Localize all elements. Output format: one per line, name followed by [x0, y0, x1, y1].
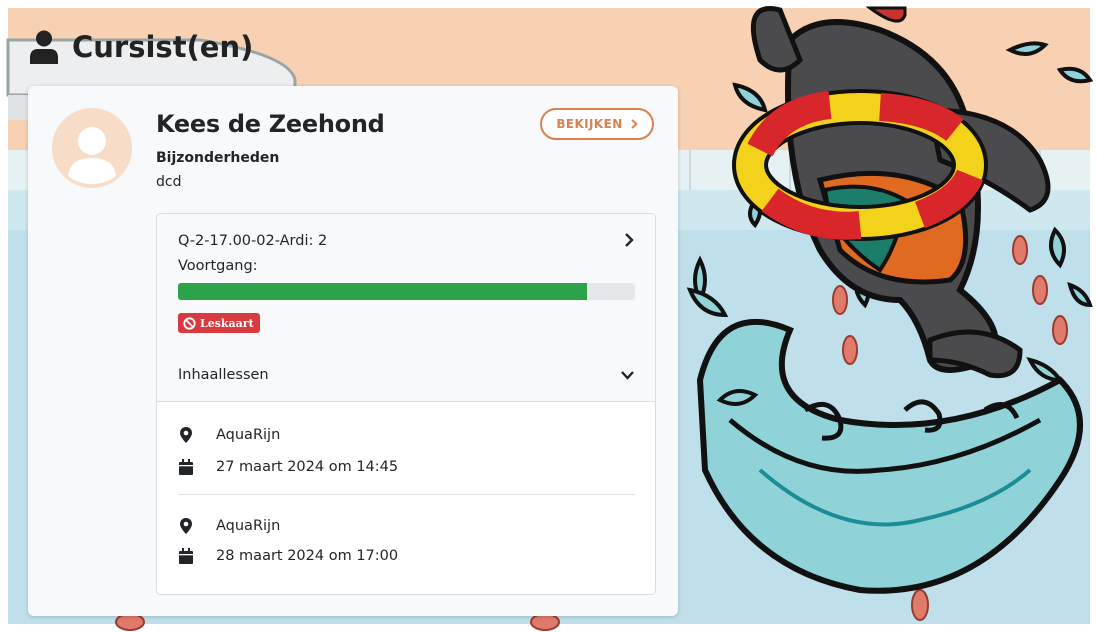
session-datetime: 27 maart 2024 om 14:45	[216, 459, 399, 475]
makeup-lessons-toggle[interactable]: Inhaallessen	[157, 349, 655, 402]
calendar-icon	[178, 458, 194, 476]
chevron-right-icon[interactable]	[623, 232, 635, 248]
divider	[178, 494, 635, 495]
user-avatar-icon	[52, 108, 132, 188]
details-label: Bijzonderheden	[156, 150, 280, 166]
view-button[interactable]: BEKIJKEN	[540, 108, 654, 140]
student-name: Kees de Zeehond	[156, 110, 385, 138]
session-datetime: 28 maart 2024 om 17:00	[216, 548, 399, 564]
session-location: AquaRijn	[216, 518, 281, 534]
lesson-card-badge[interactable]: Leskaart	[178, 313, 260, 333]
ban-icon	[183, 316, 196, 330]
course-name: Q-2-17.00-02-Ardi: 2	[178, 233, 328, 249]
view-button-label: BEKIJKEN	[556, 117, 623, 131]
progress-label: Voortgang:	[178, 258, 258, 274]
student-card: Kees de Zeehond Bijzonderheden dcd BEKIJ…	[28, 86, 678, 616]
calendar-icon	[178, 547, 194, 565]
lesson-card-badge-label: Leskaart	[200, 316, 254, 330]
progress-fill	[178, 283, 587, 300]
course-header[interactable]: Q-2-17.00-02-Ardi: 2 Voortgang: Leskaart	[157, 214, 655, 350]
session-location: AquaRijn	[216, 427, 281, 443]
chevron-down-icon	[621, 371, 634, 380]
course-panel: Q-2-17.00-02-Ardi: 2 Voortgang: Leskaart…	[156, 213, 656, 595]
map-marker-icon	[178, 426, 194, 444]
user-icon	[30, 30, 58, 64]
details-value: dcd	[156, 174, 182, 190]
chevron-right-icon	[630, 119, 638, 129]
page-title-text: Cursist(en)	[72, 30, 254, 64]
progress-bar	[178, 283, 635, 300]
page-title: Cursist(en)	[28, 24, 253, 70]
map-marker-icon	[178, 517, 194, 535]
makeup-lessons-label: Inhaallessen	[178, 367, 269, 383]
